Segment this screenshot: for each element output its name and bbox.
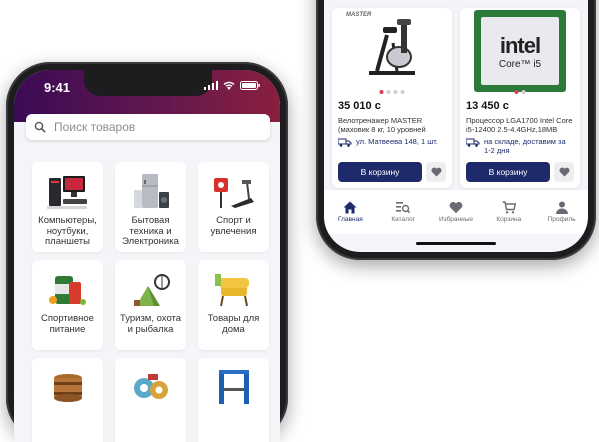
category-label: Спортивное питание: [41, 313, 94, 335]
tab-favorites[interactable]: Избранные: [431, 190, 481, 234]
delivery-info: на складе, доставим за 1-2 дня: [466, 137, 574, 156]
product-name[interactable]: Процессор LGA1700 Intel Core i5-12400 2.…: [466, 116, 574, 134]
tab-profile[interactable]: Профиль: [537, 190, 587, 234]
tab-catalog[interactable]: Каталог: [378, 190, 428, 234]
product-image: MASTER: [332, 8, 452, 94]
left-phone-frame: 9:41 Поиск товаров Компьютеры, ноутбуки,…: [6, 62, 288, 442]
intel-logo: intel: [499, 32, 541, 58]
catalog-icon: [396, 202, 411, 214]
delivery-text: ул. Матвеева 148, 1 шт.: [356, 137, 438, 146]
product-price: 13 450 с: [466, 100, 509, 112]
lift-icon: [211, 368, 257, 406]
signal-icon: [204, 81, 218, 90]
category-sport[interactable]: Спорт и увлечения: [198, 162, 269, 252]
category-nutrition[interactable]: Спортивное питание: [32, 260, 103, 350]
category-home[interactable]: Товары для дома: [198, 260, 269, 350]
search-input[interactable]: Поиск товаров: [26, 114, 270, 140]
add-to-cart-button[interactable]: В корзину: [338, 162, 422, 182]
category-label: Бытовая техника и Электроника: [122, 215, 179, 247]
category-label: Компьютеры, ноутбуки, планшеты: [38, 215, 97, 247]
phone-notch: [84, 70, 212, 96]
category-label: Товары для дома: [207, 313, 260, 335]
cart-icon: [502, 201, 516, 214]
category-computers[interactable]: Компьютеры, ноутбуки, планшеты: [32, 162, 103, 252]
exercise-bike-icon: [369, 19, 415, 75]
tab-label: Корзина: [496, 216, 522, 223]
product-name[interactable]: Велотренажер MASTER (маховик 8 кг, 10 ур…: [338, 116, 446, 134]
home-goods-icon: [211, 270, 257, 308]
catalog-screen: 9:41 Поиск товаров Компьютеры, ноутбуки,…: [14, 70, 280, 442]
heart-icon: [558, 167, 570, 177]
sport-icon: [211, 172, 257, 210]
image-carousel-dots[interactable]: [514, 90, 526, 94]
search-placeholder: Поиск товаров: [54, 120, 136, 134]
nutrition-icon: [45, 270, 91, 308]
home-icon: [343, 201, 357, 214]
home-indicator: [416, 242, 496, 245]
product-card[interactable]: MASTER 35 010 с Велотренажер MASTER (мах…: [332, 8, 452, 188]
category-grid: Компьютеры, ноутбуки, планшеты Бытовая т…: [32, 162, 269, 442]
tab-label: Профиль: [547, 216, 576, 223]
category-label: Туризм, охота и рыбалка: [119, 313, 182, 335]
product-card[interactable]: intel Core™ i5 13 450 с Процессор LGA170…: [460, 8, 580, 188]
cpu-image: intel Core™ i5: [474, 10, 566, 92]
truck-icon: [466, 138, 480, 147]
right-phone-frame: MASTER 35 010 с Велотренажер MASTER (мах…: [316, 0, 596, 260]
category-tourism[interactable]: Туризм, охота и рыбалка: [115, 260, 186, 350]
category-tile[interactable]: [32, 358, 103, 442]
tab-label: Главная: [338, 216, 363, 223]
wifi-icon: [223, 81, 235, 90]
appliance-icon: [128, 172, 174, 210]
delivery-info: ул. Матвеева 148, 1 шт.: [338, 137, 446, 156]
tab-label: Избранные: [438, 216, 473, 223]
profile-icon: [555, 201, 568, 214]
truck-icon: [338, 138, 352, 147]
product-list-screen: MASTER 35 010 с Велотренажер MASTER (мах…: [324, 0, 588, 252]
tab-cart[interactable]: Корзина: [484, 190, 534, 234]
search-icon: [34, 121, 46, 133]
image-carousel-dots[interactable]: [379, 90, 405, 94]
status-icons: [204, 81, 260, 90]
bottom-tab-bar: Главная Каталог Избранные Корзина Профил…: [324, 190, 588, 234]
tourism-icon: [128, 270, 174, 308]
computer-icon: [45, 172, 91, 210]
tape-icon: [128, 368, 174, 406]
intel-core-label: Core™ i5: [498, 58, 542, 70]
category-appliances[interactable]: Бытовая техника и Электроника: [115, 162, 186, 252]
heart-icon: [449, 201, 463, 214]
brand-label: MASTER: [346, 12, 372, 18]
add-to-cart-button[interactable]: В корзину: [466, 162, 550, 182]
delivery-text: на складе, доставим за 1-2 дня: [484, 137, 566, 155]
tab-home[interactable]: Главная: [325, 190, 375, 234]
favorite-button[interactable]: [426, 162, 446, 182]
tab-label: Каталог: [391, 216, 415, 223]
category-label: Спорт и увлечения: [210, 215, 257, 237]
heart-icon: [430, 167, 442, 177]
status-time: 9:41: [44, 80, 71, 95]
favorite-button[interactable]: [554, 162, 574, 182]
category-tile[interactable]: [198, 358, 269, 442]
battery-icon: [240, 81, 260, 90]
product-price: 35 010 с: [338, 100, 381, 112]
product-image: intel Core™ i5: [460, 8, 580, 94]
barrel-icon: [45, 368, 91, 406]
category-tile[interactable]: [115, 358, 186, 442]
